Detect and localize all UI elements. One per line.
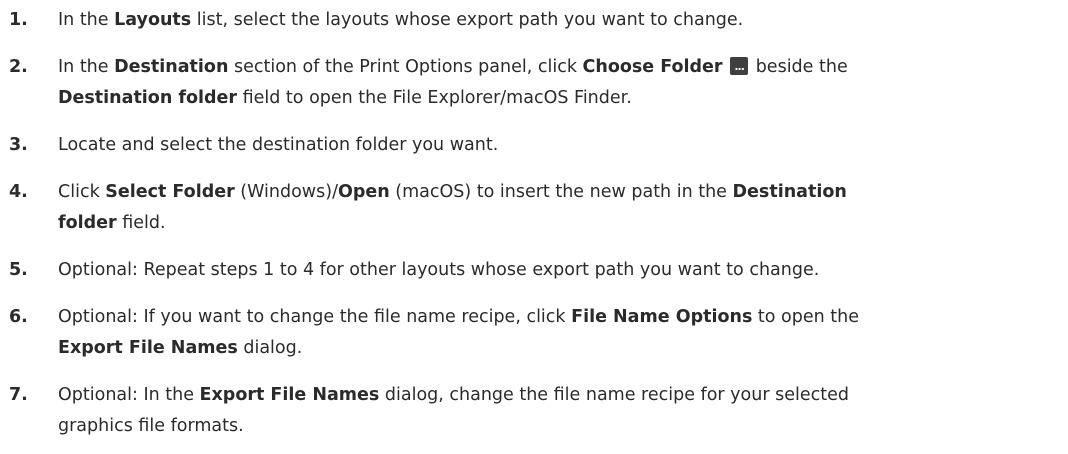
- step-text: In the Destination section of the Print …: [58, 51, 1058, 114]
- step-text: Optional: If you want to change the file…: [58, 302, 1058, 364]
- ui-term-file-name-options: File Name Options: [571, 307, 753, 327]
- text-run: In the: [58, 57, 115, 77]
- text-run: list, select the layouts whose export pa…: [191, 10, 744, 30]
- step-number: 7.: [9, 385, 28, 405]
- text-run: (macOS) to insert the new path in the: [389, 182, 733, 202]
- step-text: Click Select Folder (Windows)/Open (macO…: [58, 177, 1058, 239]
- ui-term-destination: Destination: [732, 182, 847, 202]
- ui-term-destination-folder: Destination folder: [58, 88, 238, 108]
- step-text: Optional: In the Export File Names dialo…: [58, 380, 1058, 442]
- step-text: In the Layouts list, select the layouts …: [58, 5, 1058, 36]
- text-run: beside the: [750, 57, 848, 77]
- ui-term-folder: folder: [58, 213, 117, 233]
- ui-term-select-folder: Select Folder: [105, 182, 235, 202]
- ui-term-open: Open: [337, 182, 390, 202]
- text-run: Optional: In the: [58, 385, 200, 405]
- step-number: 3.: [9, 135, 28, 155]
- ellipsis-button-icon: [730, 51, 749, 82]
- text-run: dialog.: [237, 338, 303, 358]
- text-run: Optional: If you want to change the file…: [58, 307, 572, 327]
- step-number: 4.: [9, 182, 28, 202]
- step-text: Optional: Repeat steps 1 to 4 for other …: [58, 255, 1058, 286]
- text-run: section of the Print Options panel, clic…: [228, 57, 583, 77]
- text-run: field to open the File Explorer/macOS Fi…: [237, 88, 632, 108]
- ui-term-choose-folder: Choose Folder: [582, 57, 723, 77]
- text-run: field.: [116, 213, 166, 233]
- ui-term-destination: Destination: [114, 57, 229, 77]
- text-run: to open the: [752, 307, 860, 327]
- text-run: graphics file formats.: [58, 416, 244, 436]
- ui-term-export-file-names: Export File Names: [199, 385, 380, 405]
- text-run: Optional: Repeat steps 1 to 4 for other …: [58, 260, 820, 280]
- text-run: Click: [58, 182, 106, 202]
- text-run: (Windows)/: [234, 182, 338, 202]
- text-run: dialog, change the file name recipe for …: [379, 385, 849, 405]
- ui-term-export-file-names: Export File Names: [58, 338, 238, 358]
- ui-term-layouts: Layouts: [114, 10, 192, 30]
- step-number: 5.: [9, 260, 28, 280]
- step-number: 6.: [9, 307, 28, 327]
- step-text: Locate and select the destination folder…: [58, 130, 1058, 161]
- text-run: In the: [58, 10, 115, 30]
- step-number: 2.: [9, 57, 28, 77]
- text-run: Locate and select the destination folder…: [58, 135, 499, 155]
- step-number: 1.: [9, 10, 28, 30]
